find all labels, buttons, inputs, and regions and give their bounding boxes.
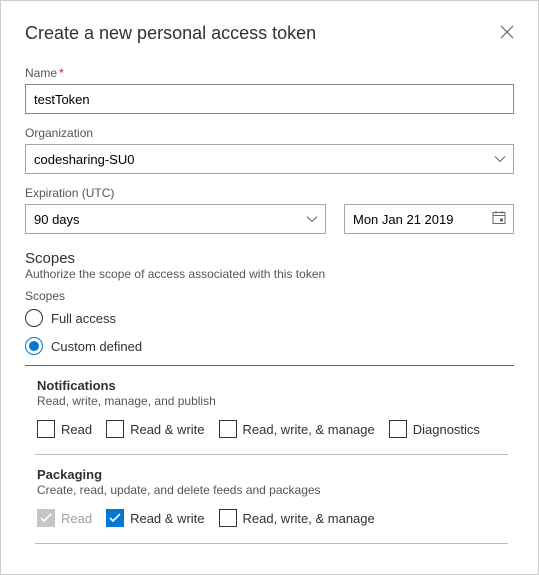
radio-label: Custom defined	[51, 339, 142, 354]
checkbox-label: Read, write, & manage	[243, 511, 375, 526]
checkbox-icon	[389, 420, 407, 438]
close-icon[interactable]	[500, 25, 514, 43]
notifications-read-write-manage-checkbox[interactable]: Read, write, & manage	[219, 420, 375, 438]
name-input[interactable]	[25, 84, 514, 114]
scope-full-access-radio[interactable]: Full access	[25, 309, 514, 327]
radio-icon	[25, 337, 43, 355]
checkbox-label: Read, write, & manage	[243, 422, 375, 437]
expiration-days-select[interactable]: 90 days	[25, 204, 326, 234]
checkbox-icon	[106, 420, 124, 438]
checkbox-icon	[219, 509, 237, 527]
packaging-read-write-checkbox[interactable]: Read & write	[106, 509, 204, 527]
checkbox-label: Diagnostics	[413, 422, 480, 437]
notifications-diagnostics-checkbox[interactable]: Diagnostics	[389, 420, 480, 438]
packaging-read-write-manage-checkbox[interactable]: Read, write, & manage	[219, 509, 375, 527]
expiration-label: Expiration (UTC)	[25, 186, 514, 200]
checkbox-icon	[106, 509, 124, 527]
scope-group-notifications: Notifications Read, write, manage, and p…	[35, 366, 508, 455]
scope-group-description: Read, write, manage, and publish	[37, 394, 506, 408]
checkbox-icon	[37, 420, 55, 438]
checkbox-icon	[219, 420, 237, 438]
scope-group-name: Packaging	[37, 467, 506, 482]
scope-group-name: Notifications	[37, 378, 506, 393]
dialog-title: Create a new personal access token	[25, 23, 316, 44]
radio-label: Full access	[51, 311, 116, 326]
checkbox-icon	[37, 509, 55, 527]
scopes-sub-label: Scopes	[25, 289, 514, 303]
organization-label: Organization	[25, 126, 514, 140]
radio-icon	[25, 309, 43, 327]
notifications-read-checkbox[interactable]: Read	[37, 420, 92, 438]
scopes-scroll-area[interactable]: Notifications Read, write, manage, and p…	[25, 365, 514, 557]
scope-group-description: Create, read, update, and delete feeds a…	[37, 483, 506, 497]
checkbox-label: Read	[61, 511, 92, 526]
packaging-read-checkbox: Read	[37, 509, 92, 527]
scope-group-packaging: Packaging Create, read, update, and dele…	[35, 455, 508, 544]
checkbox-label: Read	[61, 422, 92, 437]
notifications-read-write-checkbox[interactable]: Read & write	[106, 420, 204, 438]
scopes-title: Scopes	[25, 250, 514, 267]
organization-select[interactable]: codesharing-SU0	[25, 144, 514, 174]
checkbox-label: Read & write	[130, 422, 204, 437]
scope-custom-defined-radio[interactable]: Custom defined	[25, 337, 514, 355]
checkbox-label: Read & write	[130, 511, 204, 526]
expiration-date-input[interactable]: Mon Jan 21 2019	[344, 204, 514, 234]
scopes-description: Authorize the scope of access associated…	[25, 267, 514, 281]
name-label: Name*	[25, 66, 514, 80]
